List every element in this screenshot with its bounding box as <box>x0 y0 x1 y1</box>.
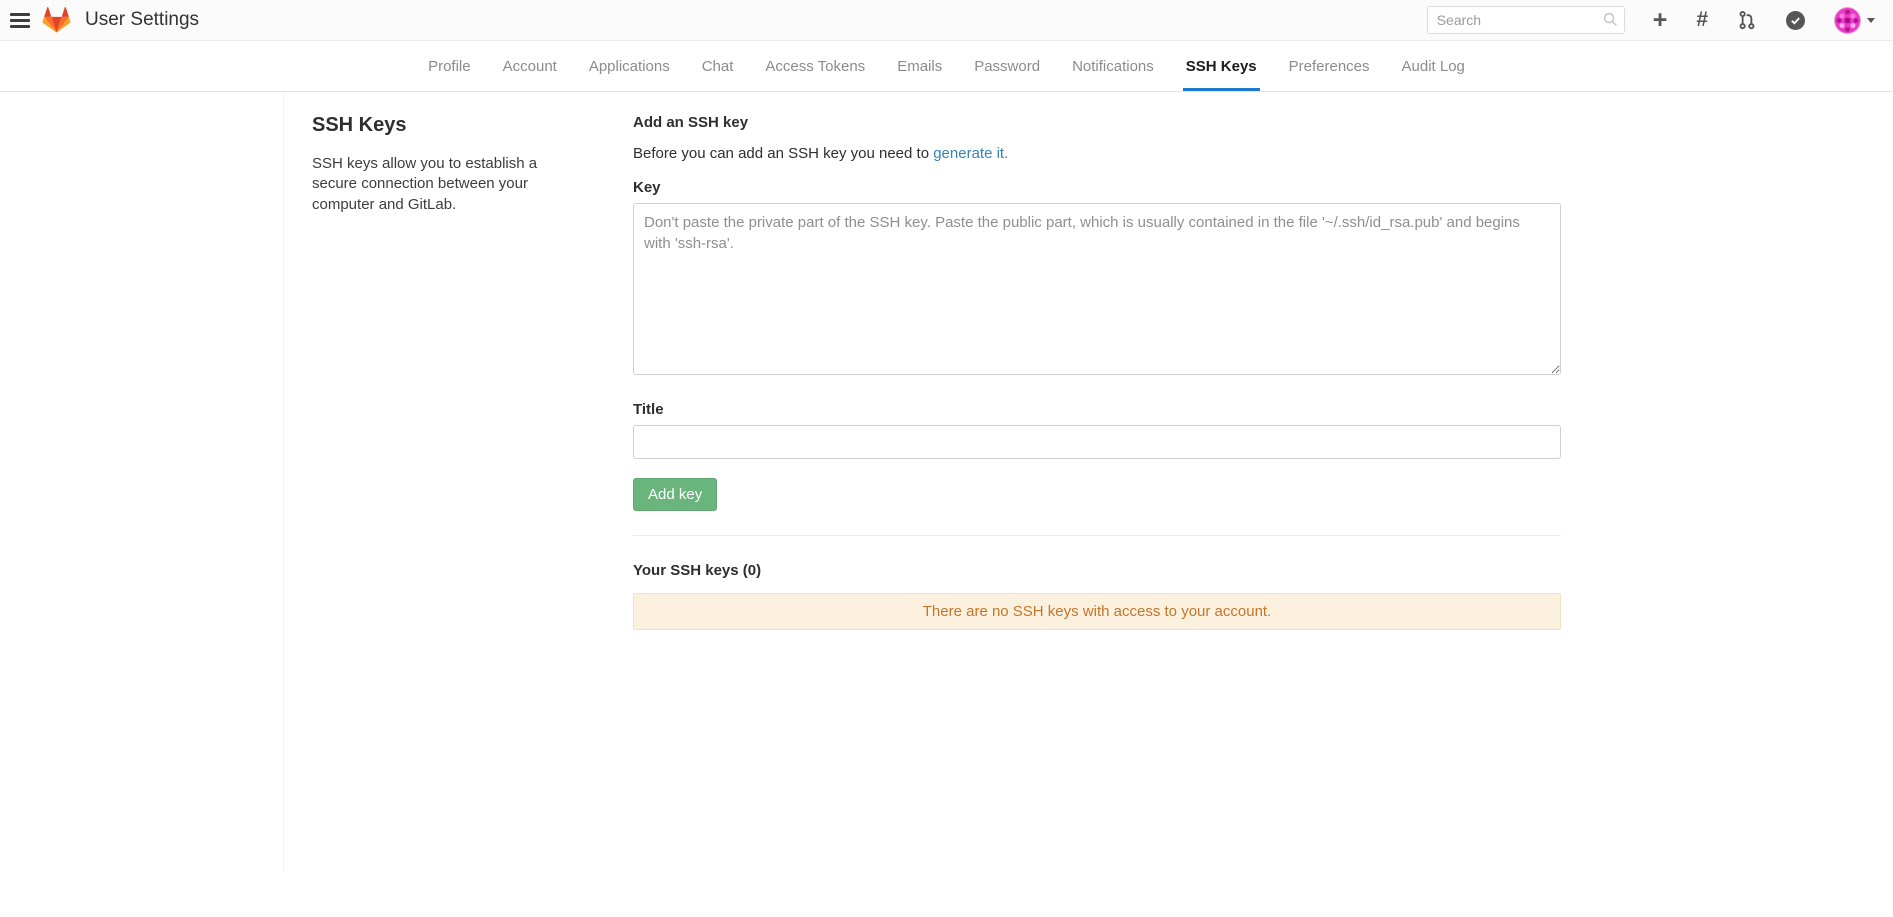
todos-done-icon[interactable] <box>1786 11 1805 30</box>
key-field-label: Key <box>633 179 1561 196</box>
tab-account[interactable]: Account <box>500 41 560 91</box>
tab-notifications[interactable]: Notifications <box>1069 41 1157 91</box>
generate-key-hint: Before you can add an SSH key you need t… <box>633 145 1561 162</box>
your-ssh-keys-heading: Your SSH keys (0) <box>633 562 1561 579</box>
page-title: User Settings <box>85 9 199 31</box>
user-avatar[interactable] <box>1834 7 1861 34</box>
add-ssh-key-heading: Add an SSH key <box>633 114 1561 131</box>
generate-key-hint-text: Before you can add an SSH key you need t… <box>633 145 933 162</box>
tab-chat[interactable]: Chat <box>699 41 737 91</box>
add-key-button[interactable]: Add key <box>633 478 717 511</box>
title-field-label: Title <box>633 401 1561 418</box>
tab-profile[interactable]: Profile <box>425 41 474 91</box>
section-heading: SSH Keys <box>312 114 613 137</box>
tab-preferences[interactable]: Preferences <box>1286 41 1373 91</box>
top-navbar: User Settings + # <box>0 0 1893 41</box>
gitlab-logo-icon[interactable] <box>42 6 71 34</box>
empty-keys-warning: There are no SSH keys with access to you… <box>633 593 1561 630</box>
new-item-plus-icon[interactable]: + <box>1653 10 1668 30</box>
tab-password[interactable]: Password <box>971 41 1043 91</box>
tab-access-tokens[interactable]: Access Tokens <box>762 41 868 91</box>
search-icon <box>1603 12 1618 27</box>
caret-down-icon <box>1867 18 1875 23</box>
search-input[interactable] <box>1427 6 1625 34</box>
main-content: SSH Keys SSH keys allow you to establish… <box>283 92 1610 872</box>
tab-applications[interactable]: Applications <box>586 41 673 91</box>
ssh-key-form-section: Add an SSH key Before you can add an SSH… <box>633 114 1610 872</box>
generate-it-link[interactable]: generate it. <box>933 145 1008 162</box>
issues-hash-icon[interactable]: # <box>1696 8 1708 32</box>
hamburger-menu-icon[interactable] <box>10 13 30 28</box>
section-divider <box>633 535 1561 536</box>
tab-emails[interactable]: Emails <box>894 41 945 91</box>
settings-tabs: Profile Account Applications Chat Access… <box>0 41 1893 92</box>
section-description: SSH keys allow you to establish a secure… <box>312 154 574 215</box>
merge-requests-icon[interactable] <box>1737 10 1757 30</box>
section-sidebar: SSH Keys SSH keys allow you to establish… <box>284 114 633 872</box>
user-menu[interactable] <box>1834 7 1875 34</box>
navbar-icon-group: + # <box>1653 7 1875 34</box>
key-title-input[interactable] <box>633 425 1561 459</box>
tab-ssh-keys[interactable]: SSH Keys <box>1183 41 1260 91</box>
tab-audit-log[interactable]: Audit Log <box>1399 41 1468 91</box>
ssh-key-textarea[interactable] <box>633 203 1561 375</box>
